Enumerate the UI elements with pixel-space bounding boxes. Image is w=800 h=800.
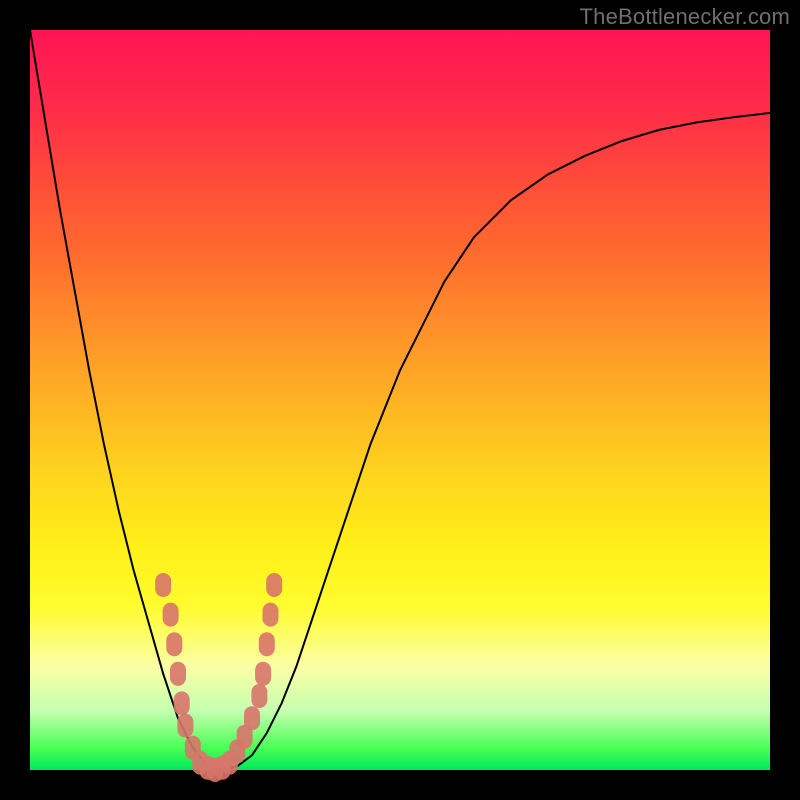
data-node xyxy=(259,632,275,656)
bottleneck-curve xyxy=(30,30,770,770)
plot-area xyxy=(30,30,770,770)
data-node xyxy=(251,684,267,708)
data-node xyxy=(174,691,190,715)
data-node xyxy=(163,603,179,627)
curve-layer xyxy=(30,30,770,770)
watermark-text: TheBottlenecker.com xyxy=(580,4,790,30)
data-node xyxy=(177,714,193,738)
data-node xyxy=(244,706,260,730)
data-node xyxy=(255,662,271,686)
data-node xyxy=(155,573,171,597)
chart-frame: TheBottlenecker.com xyxy=(0,0,800,800)
data-node xyxy=(263,603,279,627)
data-node xyxy=(266,573,282,597)
data-node xyxy=(170,662,186,686)
data-node xyxy=(166,632,182,656)
